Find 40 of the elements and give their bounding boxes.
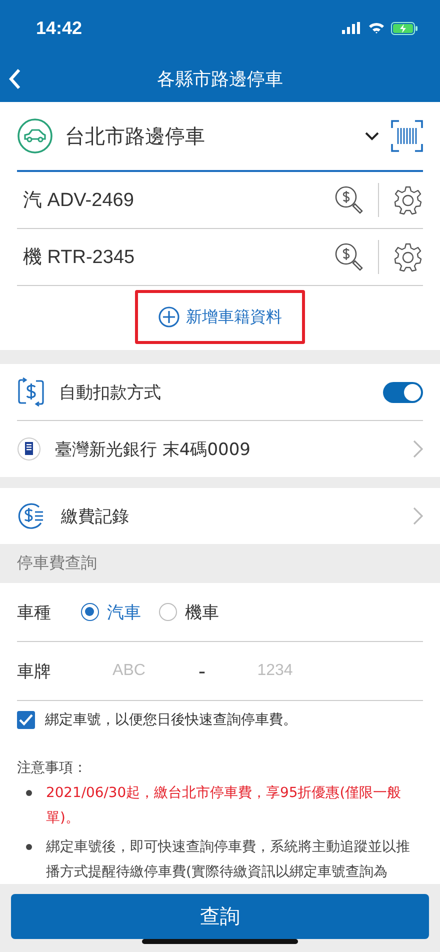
chevron-right-icon [413, 440, 423, 458]
fee-search-icon[interactable] [334, 185, 364, 215]
battery-icon [391, 22, 418, 34]
bind-label: 綁定車號，以便您日後快速查詢停車費。 [45, 711, 297, 729]
bullet-icon [26, 844, 32, 850]
vehicle-type-radio[interactable]: 機車 [159, 600, 219, 624]
page-title: 各縣市路邊停車 [157, 68, 283, 91]
car-icon [17, 118, 53, 154]
bank-account[interactable]: 臺灣新光銀行 末4碼0009 [55, 438, 399, 460]
notes-title: 注意事項： [17, 759, 88, 777]
barcode-scan-icon[interactable] [391, 120, 423, 152]
vehicle-type-label: 車種 [17, 602, 52, 624]
auto-pay-toggle[interactable] [383, 382, 423, 402]
auto-pay-label: 自動扣款方式 [59, 382, 162, 404]
notice-text: 綁定車號後，即可快速查詢停車費，系統將主動追蹤並以推播方式提醒待繳停車費(實際待繳資訊以綁定車號查詢為 [46, 838, 411, 882]
notice-text: 2021/06/30起，繳台北市停車費，享95折優惠(僅限一般單)。 [46, 784, 402, 828]
signal-icon [342, 22, 362, 34]
section-header: 停車費查詢 [0, 544, 440, 583]
bind-checkbox[interactable] [17, 711, 35, 729]
vehicle-plate: 汽 ADV-2469 [23, 189, 135, 213]
query-button[interactable]: 查詢 [11, 894, 429, 939]
plate-label: 車牌 [17, 660, 52, 682]
bank-card-icon [17, 437, 41, 461]
auto-pay-icon [17, 377, 45, 407]
status-time: 14:42 [36, 18, 82, 38]
add-vehicle-button[interactable]: 新增車籍資料 [135, 290, 305, 344]
city-dropdown[interactable]: 台北市路邊停車 [65, 122, 353, 150]
back-button[interactable] [8, 68, 22, 90]
payment-records-link[interactable]: 繳費記錄 [61, 504, 399, 528]
add-icon [158, 306, 180, 328]
plate-separator: - [197, 659, 207, 683]
vehicle-plate: 機 RTR-2345 [23, 246, 136, 270]
chevron-down-icon[interactable] [365, 132, 379, 140]
wifi-icon [368, 22, 385, 34]
settings-icon[interactable] [393, 242, 423, 272]
fee-search-icon[interactable] [334, 242, 364, 272]
settings-icon[interactable] [393, 185, 423, 215]
bullet-icon [26, 790, 32, 796]
chevron-right-icon [413, 507, 423, 525]
vehicle-type-radio[interactable]: 汽車 [81, 600, 141, 624]
